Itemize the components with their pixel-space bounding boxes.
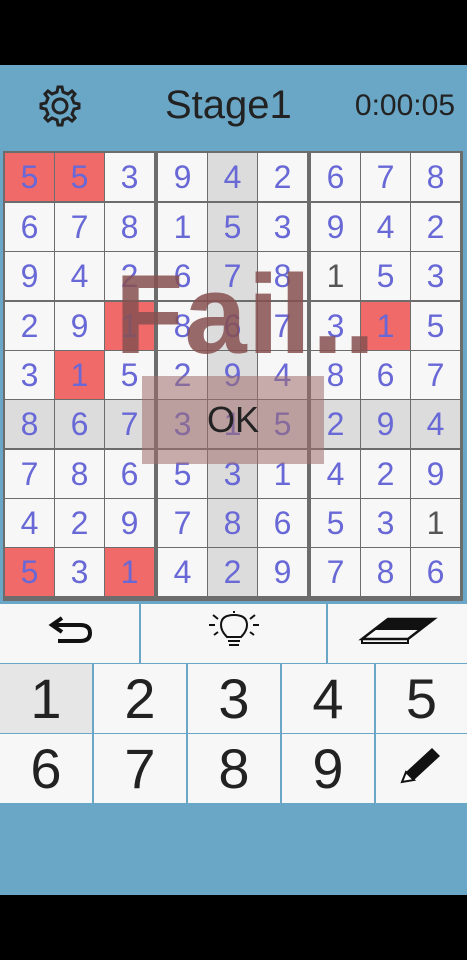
ok-button[interactable]: OK bbox=[142, 376, 324, 464]
board-cell-r2c6[interactable]: 3 bbox=[258, 203, 307, 251]
tool-bar bbox=[0, 604, 467, 663]
number-pad: 12345 6789 bbox=[0, 664, 467, 803]
board-cell-r1c4[interactable]: 9 bbox=[158, 153, 207, 201]
board-cell-r9c3[interactable]: 1 bbox=[105, 548, 154, 596]
lightbulb-icon bbox=[199, 611, 269, 656]
board-cell-r4c2[interactable]: 9 bbox=[55, 302, 104, 350]
eraser-button[interactable] bbox=[328, 604, 467, 663]
board-cell-r8c5[interactable]: 8 bbox=[208, 499, 257, 547]
board-cell-r2c8[interactable]: 4 bbox=[361, 203, 410, 251]
board-cell-r9c8[interactable]: 8 bbox=[361, 548, 410, 596]
board-cell-r8c3[interactable]: 9 bbox=[105, 499, 154, 547]
board-cell-r1c5[interactable]: 4 bbox=[208, 153, 257, 201]
board-cell-r3c1[interactable]: 9 bbox=[5, 252, 54, 300]
header-bar: Stage1 0:00:05 bbox=[0, 65, 467, 148]
board-cell-r2c7[interactable]: 9 bbox=[311, 203, 360, 251]
board-cell-r5c9[interactable]: 7 bbox=[411, 351, 460, 399]
app-screen: Stage1 0:00:05 5539426786781539429426781… bbox=[0, 65, 467, 895]
board-cell-r2c1[interactable]: 6 bbox=[5, 203, 54, 251]
undo-icon bbox=[46, 614, 94, 653]
number-key-5[interactable]: 5 bbox=[376, 664, 467, 733]
number-key-7[interactable]: 7 bbox=[94, 734, 186, 803]
board-cell-r2c9[interactable]: 2 bbox=[411, 203, 460, 251]
number-key-3[interactable]: 3 bbox=[188, 664, 280, 733]
number-key-2[interactable]: 2 bbox=[94, 664, 186, 733]
board-cell-r2c5[interactable]: 5 bbox=[208, 203, 257, 251]
board-cell-r2c3[interactable]: 8 bbox=[105, 203, 154, 251]
gear-icon[interactable] bbox=[24, 81, 92, 129]
board-cell-r1c8[interactable]: 7 bbox=[361, 153, 410, 201]
board-cell-r9c1[interactable]: 5 bbox=[5, 548, 54, 596]
eraser-icon bbox=[357, 613, 438, 654]
board-cell-r8c2[interactable]: 2 bbox=[55, 499, 104, 547]
number-key-4[interactable]: 4 bbox=[282, 664, 374, 733]
board-cell-r9c4[interactable]: 4 bbox=[158, 548, 207, 596]
board-cell-r3c2[interactable]: 4 bbox=[55, 252, 104, 300]
board-cell-r4c1[interactable]: 2 bbox=[5, 302, 54, 350]
fail-message: Fail.. bbox=[115, 252, 377, 377]
board-cell-r7c1[interactable]: 7 bbox=[5, 450, 54, 498]
board-cell-r9c5[interactable]: 2 bbox=[208, 548, 257, 596]
number-key-9[interactable]: 9 bbox=[282, 734, 374, 803]
board-cell-r8c7[interactable]: 5 bbox=[311, 499, 360, 547]
board-cell-r7c8[interactable]: 2 bbox=[361, 450, 410, 498]
board-cell-r6c9[interactable]: 4 bbox=[411, 400, 460, 448]
board-cell-r1c9[interactable]: 8 bbox=[411, 153, 460, 201]
board-cell-r1c2[interactable]: 5 bbox=[55, 153, 104, 201]
number-key-1[interactable]: 1 bbox=[0, 664, 92, 733]
board-cell-r6c1[interactable]: 8 bbox=[5, 400, 54, 448]
board-cell-r9c7[interactable]: 7 bbox=[311, 548, 360, 596]
board-cell-r8c8[interactable]: 3 bbox=[361, 499, 410, 547]
board-cell-r9c2[interactable]: 3 bbox=[55, 548, 104, 596]
board-cell-r8c1[interactable]: 4 bbox=[5, 499, 54, 547]
board-cell-r1c1[interactable]: 5 bbox=[5, 153, 54, 201]
board-cell-r5c2[interactable]: 1 bbox=[55, 351, 104, 399]
pencil-icon bbox=[396, 736, 448, 801]
undo-button[interactable] bbox=[0, 604, 139, 663]
board-cell-r4c9[interactable]: 5 bbox=[411, 302, 460, 350]
board-cell-r7c2[interactable]: 8 bbox=[55, 450, 104, 498]
timer: 0:00:05 bbox=[354, 89, 455, 122]
board-cell-r1c7[interactable]: 6 bbox=[311, 153, 360, 201]
board-cell-r7c9[interactable]: 9 bbox=[411, 450, 460, 498]
board-cell-r9c9[interactable]: 6 bbox=[411, 548, 460, 596]
hint-button[interactable] bbox=[141, 604, 326, 663]
board-cell-r8c6[interactable]: 6 bbox=[258, 499, 307, 547]
board-cell-r1c6[interactable]: 2 bbox=[258, 153, 307, 201]
board-cell-r8c4[interactable]: 7 bbox=[158, 499, 207, 547]
board-cell-r2c4[interactable]: 1 bbox=[158, 203, 207, 251]
board-cell-r9c6[interactable]: 9 bbox=[258, 548, 307, 596]
board-cell-r6c8[interactable]: 9 bbox=[361, 400, 410, 448]
board-cell-r1c3[interactable]: 3 bbox=[105, 153, 154, 201]
number-key-8[interactable]: 8 bbox=[188, 734, 280, 803]
board-cell-r3c9[interactable]: 3 bbox=[411, 252, 460, 300]
board-cell-r5c1[interactable]: 3 bbox=[5, 351, 54, 399]
board-cell-r8c9[interactable]: 1 bbox=[411, 499, 460, 547]
board-cell-r2c2[interactable]: 7 bbox=[55, 203, 104, 251]
pencil-button[interactable] bbox=[376, 734, 467, 803]
stage-title: Stage1 bbox=[165, 83, 292, 127]
board-cell-r6c2[interactable]: 6 bbox=[55, 400, 104, 448]
number-key-6[interactable]: 6 bbox=[0, 734, 92, 803]
